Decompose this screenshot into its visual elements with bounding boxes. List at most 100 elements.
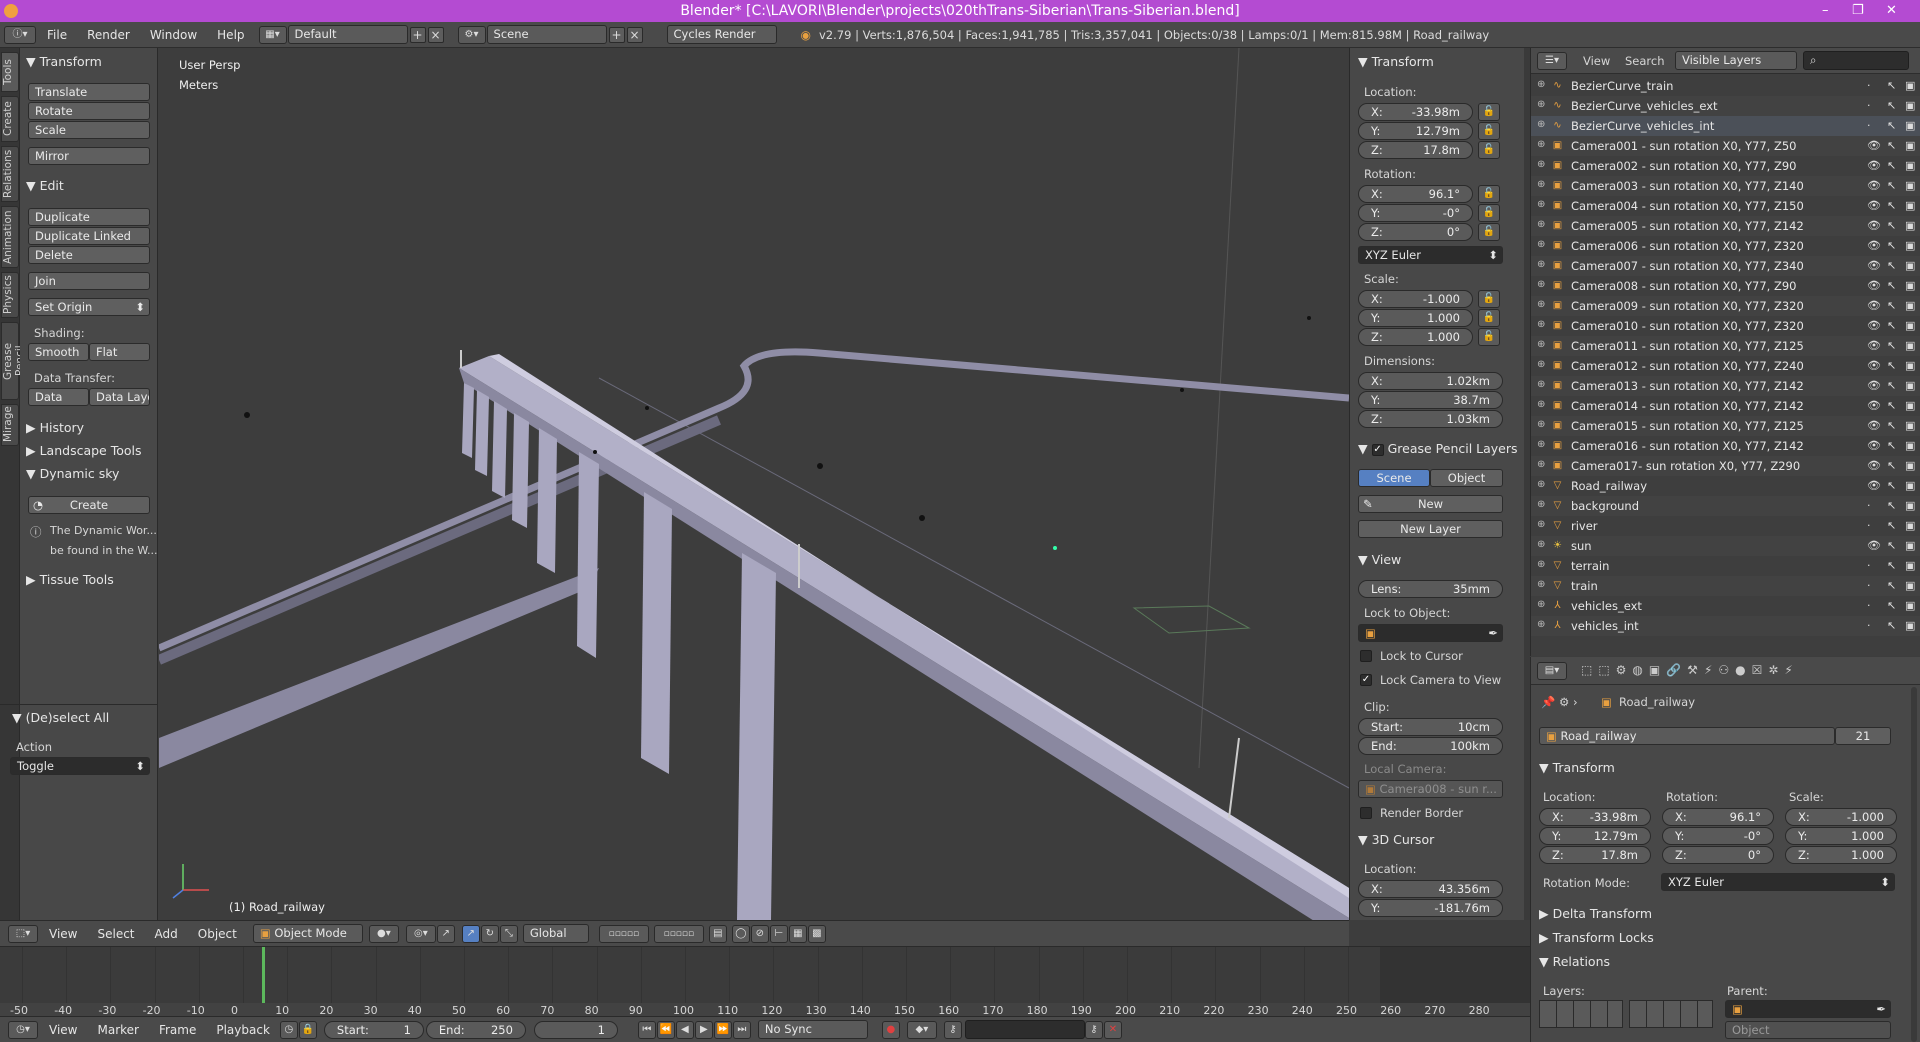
eye-closed-icon[interactable]: · [1867,619,1871,632]
render-camera-icon[interactable]: ▣ [1905,79,1915,92]
tab-tools[interactable]: Tools [1,52,19,92]
jump-start-icon[interactable]: ⏮ [637,1020,656,1039]
outliner-item[interactable]: ⊕ ∿ BezierCurve_vehicles_ext · ↖ ▣ [1531,96,1920,116]
cursor-x-field[interactable]: X: 43.356m [1358,880,1503,898]
scale-manipulator-icon[interactable]: ⤡ [499,924,518,943]
outliner-item[interactable]: ⊕ ▣ Camera012 - sun rotation X0, Y77, Z240… [1531,356,1920,376]
props-rotation-mode-select[interactable]: XYZ Euler ⬍ [1661,873,1895,891]
eye-closed-icon[interactable]: · [1867,519,1871,532]
current-frame-field[interactable]: 1 [533,1020,618,1039]
eye-icon[interactable]: 👁 [1867,419,1881,432]
render-camera-icon[interactable]: ▣ [1905,519,1915,532]
expand-icon[interactable]: ⊕ [1537,119,1545,130]
outliner-view-menu[interactable]: View [1583,54,1610,68]
layout-icon[interactable]: ▦▾ [258,25,287,44]
eye-closed-icon[interactable]: · [1867,119,1871,132]
record-icon[interactable]: ● [881,1020,900,1039]
play-reverse-icon[interactable]: ◀ [675,1020,694,1039]
cursor-select-icon[interactable]: ↖ [1887,519,1896,532]
props-location-x[interactable]: X: -33.98m [1539,808,1651,826]
render-camera-icon[interactable]: ▣ [1905,279,1915,292]
lock-icon[interactable]: 🔓 [1478,204,1500,222]
cursor-y-field[interactable]: Y: -181.76m [1358,899,1503,917]
layer-buttons-group-2[interactable] [1629,1000,1713,1028]
expand-icon[interactable]: ⊕ [1537,379,1545,390]
outliner-item[interactable]: ⊕ ▽ terrain · ↖ ▣ [1531,556,1920,576]
local-camera-field[interactable]: ▣ Camera008 - sun r... [1358,780,1503,798]
snap-element-icon[interactable]: ⊢ [769,924,788,943]
action-select[interactable]: Toggle ⬍ [10,757,150,775]
cursor-select-icon[interactable]: ↖ [1887,319,1896,332]
eye-icon[interactable]: 👁 [1867,459,1881,472]
panel-transform-header[interactable]: ▼ Transform [26,54,150,69]
render-camera-icon[interactable]: ▣ [1905,459,1915,472]
delete-button[interactable]: Delete [28,246,150,264]
expand-icon[interactable]: ⊕ [1537,599,1545,610]
flat-shading-button[interactable]: Flat [89,343,150,361]
render-camera-icon[interactable]: ▣ [1905,419,1915,432]
expand-icon[interactable]: ⊕ [1537,339,1545,350]
lock-icon[interactable]: 🔓 [1478,290,1500,308]
grease-scene-tab[interactable]: Scene [1358,469,1430,487]
render-camera-icon[interactable]: ▣ [1905,299,1915,312]
eye-icon[interactable]: 👁 [1867,299,1881,312]
render-camera-icon[interactable]: ▣ [1905,159,1915,172]
expand-icon[interactable]: ⊕ [1537,539,1545,550]
eye-icon[interactable]: 👁 [1867,139,1881,152]
tab-grease-pencil[interactable]: Grease Pencil [1,322,26,400]
props-location-z[interactable]: Z: 17.8m [1539,846,1651,864]
outliner-item[interactable]: ⊕ ▽ train · ↖ ▣ [1531,576,1920,596]
delta-transform-header[interactable]: ▶ Delta Transform [1539,906,1663,921]
tab-animation[interactable]: Animation [1,206,19,268]
expand-icon[interactable]: ⊕ [1537,279,1545,290]
render-camera-icon[interactable]: ▣ [1905,619,1915,632]
eye-icon[interactable]: 👁 [1867,379,1881,392]
close-button[interactable]: ✕ [1886,0,1897,22]
transform-orientation-select[interactable]: Global [522,924,589,943]
outliner-item[interactable]: ⊕ ▣ Camera002 - sun rotation X0, Y77, Z90 👁… [1531,156,1920,176]
n-dimensions-x[interactable]: X: 1.02km [1358,372,1503,390]
outliner-item[interactable]: ⊕ ▣ Camera004 - sun rotation X0, Y77, Z150… [1531,196,1920,216]
snap-icon[interactable]: ⊘ [750,924,769,943]
expand-icon[interactable]: ⊕ [1537,99,1545,110]
lock-to-cursor-checkbox[interactable] [1360,650,1372,662]
outliner-item[interactable]: ⊕ ▣ Camera009 - sun rotation X0, Y77, Z320… [1531,296,1920,316]
n-location-x[interactable]: X: -33.98m [1358,103,1473,121]
lock-icon[interactable]: 🔓 [1478,141,1500,159]
outliner-item[interactable]: ⊕ ∿ BezierCurve_vehicles_int · ↖ ▣ [1531,116,1920,136]
add-layout-icon[interactable]: + [409,26,426,43]
eye-icon[interactable]: 👁 [1867,479,1881,492]
insert-keyframe-icon[interactable]: ⚷ [1084,1020,1103,1039]
join-button[interactable]: Join [28,272,150,290]
jump-keyframe-back-icon[interactable]: ⏪ [656,1020,675,1039]
outliner-item[interactable]: ⊕ ▣ Camera015 - sun rotation X0, Y77, Z125… [1531,416,1920,436]
cursor-select-icon[interactable]: ↖ [1887,599,1896,612]
cursor-select-icon[interactable]: ↖ [1887,239,1896,252]
menu-render[interactable]: Render [77,28,140,42]
eye-closed-icon[interactable]: · [1867,99,1871,112]
start-frame-field[interactable]: Start: 1 [323,1020,424,1039]
render-camera-icon[interactable]: ▣ [1905,139,1915,152]
grease-pencil-checkbox[interactable]: ✓ [1371,443,1384,456]
grease-new-button[interactable]: ✎ New [1358,495,1503,513]
editor-type-info-icon[interactable]: ⓘ▾ [4,25,36,44]
manipulator-icon[interactable]: ↗ [436,924,455,943]
new-layer-button[interactable]: New Layer [1358,520,1503,538]
translate-manipulator-icon[interactable]: ↗ [461,924,480,943]
play-icon[interactable]: ▶ [694,1020,713,1039]
outliner-item[interactable]: ⊕ ▣ Camera017- sun rotation X0, Y77, Z290 👁… [1531,456,1920,476]
cursor-select-icon[interactable]: ↖ [1887,219,1896,232]
preview-range-icon[interactable]: ◷ [279,1020,298,1039]
pin-icon[interactable]: 📌 [1541,695,1555,709]
cursor-select-icon[interactable]: ↖ [1887,539,1896,552]
delete-keyframe-icon[interactable]: ✕ [1103,1020,1122,1039]
render-opengl-icon[interactable]: ▦ [788,924,807,943]
eye-icon[interactable]: 👁 [1867,279,1881,292]
n-dimensions-z[interactable]: Z: 1.03km [1358,410,1503,428]
outliner-item[interactable]: ⊕ ▣ Camera008 - sun rotation X0, Y77, Z90 👁… [1531,276,1920,296]
mirror-button[interactable]: Mirror [28,147,150,165]
eye-closed-icon[interactable]: · [1867,579,1871,592]
render-engine-select[interactable]: Cycles Render [666,25,777,44]
menu-file[interactable]: File [37,28,77,42]
menu-view[interactable]: View [39,927,87,941]
